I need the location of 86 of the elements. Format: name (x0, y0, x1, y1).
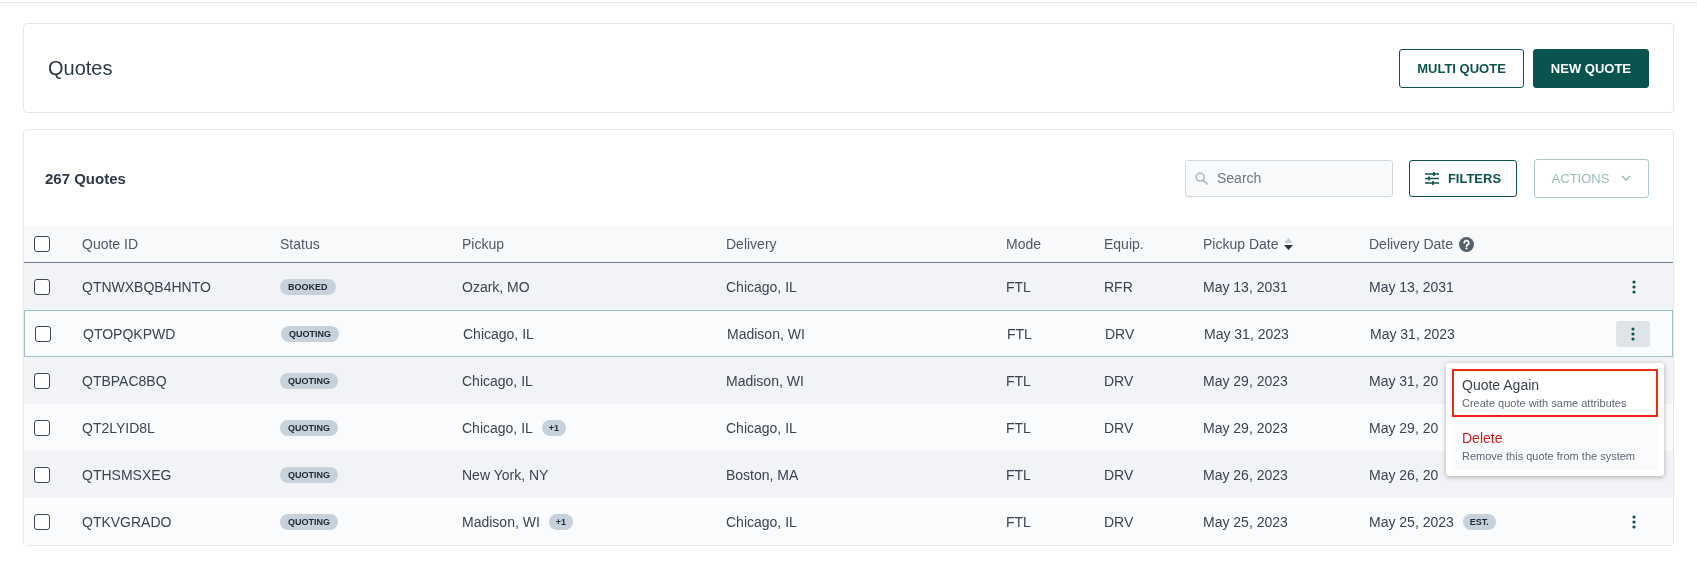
mode: FTL (1007, 325, 1032, 342)
extra-stops-badge: +1 (541, 419, 567, 436)
equipment: RFR (1104, 278, 1133, 295)
kebab-icon (1632, 279, 1636, 294)
pickup-date: May 29, 2023 (1203, 419, 1288, 436)
row-checkbox[interactable] (34, 372, 50, 389)
column-header: Status (280, 236, 320, 252)
delivery-location: Madison, WI (726, 372, 804, 389)
column-header: Delivery (726, 236, 777, 252)
equipment: DRV (1105, 325, 1135, 342)
status-badge: QUOTING (280, 372, 338, 389)
column-header: Pickup (462, 236, 505, 252)
delivery-location: Chicago, IL (726, 513, 797, 530)
pickup-date: May 29, 2023 (1203, 372, 1288, 389)
select-all-checkbox[interactable] (34, 236, 50, 252)
pickup-location: Ozark, MO (462, 278, 530, 295)
quote-count: 267 Quotes (45, 169, 126, 187)
quote-id: QTNWXBQB4HNTO (82, 278, 211, 295)
filters-button[interactable]: FILTERS (1409, 159, 1517, 197)
quote-id: QTKVGRADO (82, 513, 172, 530)
page-title: Quotes (48, 56, 113, 80)
row-checkbox[interactable] (34, 466, 50, 483)
chevron-down-icon (1621, 175, 1632, 181)
column-header[interactable]: Pickup Date (1203, 236, 1279, 252)
quote-id: QTHSMSXEG (82, 466, 172, 483)
status-badge: QUOTING (280, 419, 338, 436)
kebab-icon (1632, 514, 1636, 529)
delivery-location: Chicago, IL (726, 419, 797, 436)
search-field[interactable]: Search (1185, 159, 1393, 197)
menu-item-description: Create quote with same attributes (1462, 397, 1628, 409)
pickup-date: May 31, 2023 (1204, 325, 1289, 342)
delivery-date: May 25, 2023 (1369, 513, 1454, 530)
kebab-icon (1631, 326, 1635, 341)
mode: FTL (1006, 466, 1031, 483)
sort-icon[interactable] (1284, 238, 1294, 250)
column-header: Delivery Date (1369, 236, 1454, 252)
pickup-date: May 25, 2023 (1203, 513, 1288, 530)
equipment: DRV (1104, 372, 1134, 389)
help-icon[interactable] (1459, 236, 1475, 252)
new-quote-button[interactable]: NEW QUOTE (1532, 48, 1649, 88)
multi-quote-button[interactable]: MULTI QUOTE (1399, 48, 1524, 88)
mode: FTL (1006, 513, 1031, 530)
row-checkbox[interactable] (34, 513, 50, 530)
status-badge: QUOTING (280, 466, 338, 483)
search-icon (1195, 171, 1208, 185)
menu-item[interactable]: Quote Again Create quote with same attributes (1452, 369, 1658, 417)
status-badge: QUOTING (281, 325, 339, 342)
delivery-location: Madison, WI (727, 325, 805, 342)
row-checkbox[interactable] (35, 325, 51, 342)
estimate-badge: EST. (1462, 513, 1496, 530)
delivery-date: May 13, 2031 (1369, 278, 1454, 295)
pickup-location: Chicago, IL (462, 419, 533, 436)
delivery-location: Boston, MA (726, 466, 799, 483)
row-checkbox[interactable] (34, 278, 50, 295)
menu-item[interactable]: Delete Remove this quote from the system (1452, 422, 1658, 470)
row-checkbox[interactable] (34, 419, 50, 436)
quote-id: QTOPQKPWD (83, 325, 176, 342)
status-badge: QUOTING (280, 513, 338, 530)
delivery-date: May 31, 2023 (1370, 325, 1455, 342)
equipment: DRV (1104, 513, 1134, 530)
column-header: Mode (1006, 236, 1042, 252)
pickup-date: May 13, 2031 (1203, 278, 1288, 295)
extra-stops-badge: +1 (548, 513, 574, 530)
pickup-date: May 26, 2023 (1203, 466, 1288, 483)
menu-item-label: Delete (1462, 430, 1504, 446)
equipment: DRV (1104, 419, 1134, 436)
mode: FTL (1006, 419, 1031, 436)
pickup-location: Madison, WI (462, 513, 540, 530)
quote-id: QT2LYID8L (82, 419, 155, 436)
pickup-location: Chicago, IL (462, 372, 533, 389)
status-badge: BOOKED (280, 278, 336, 295)
delivery-date: May 26, 20 (1369, 466, 1439, 483)
pickup-location: Chicago, IL (463, 325, 534, 342)
sliders-icon (1424, 171, 1439, 185)
quote-id: QTBPAC8BQ (82, 372, 167, 389)
mode: FTL (1006, 372, 1031, 389)
delivery-date: May 29, 20 (1369, 419, 1439, 436)
mode: FTL (1006, 278, 1031, 295)
menu-item-label: Quote Again (1462, 377, 1541, 393)
delivery-date: May 31, 20 (1369, 372, 1439, 389)
column-header: Quote ID (82, 236, 139, 252)
column-header: Equip. (1104, 236, 1144, 252)
menu-item-description: Remove this quote from the system (1462, 450, 1636, 462)
pickup-location: New York, NY (462, 466, 549, 483)
delivery-location: Chicago, IL (726, 278, 797, 295)
equipment: DRV (1104, 466, 1134, 483)
